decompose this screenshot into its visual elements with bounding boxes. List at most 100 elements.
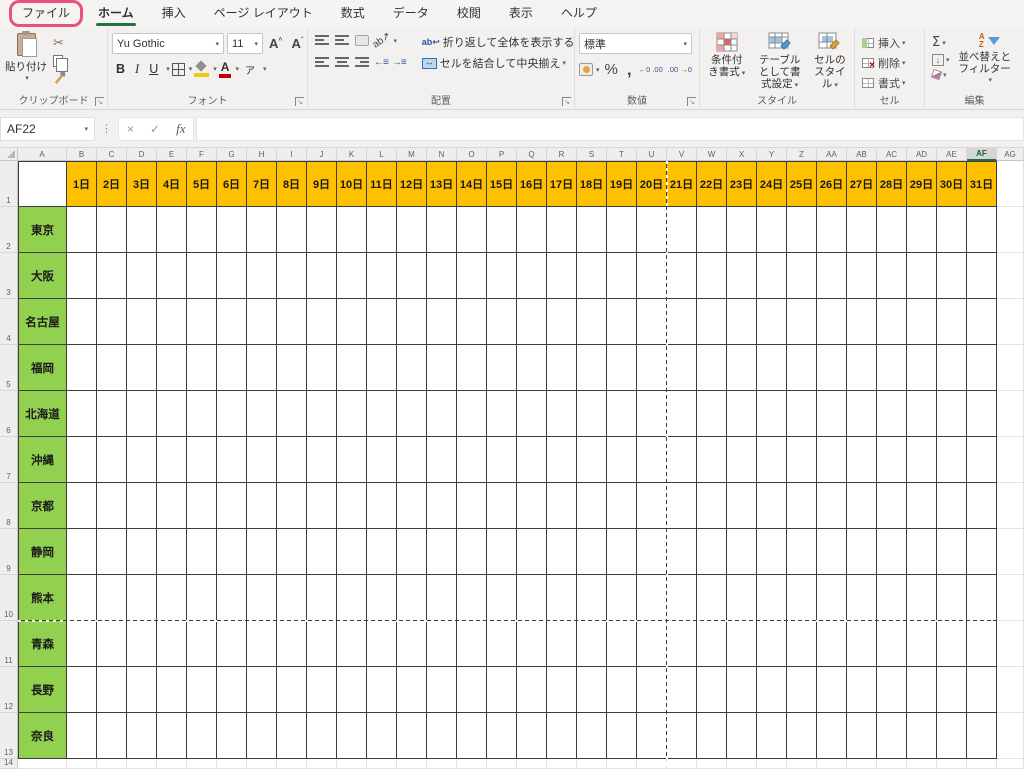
font-color-icon[interactable]: A bbox=[218, 60, 232, 78]
data-cell[interactable] bbox=[757, 207, 787, 253]
data-cell[interactable] bbox=[127, 483, 157, 529]
data-cell[interactable] bbox=[217, 529, 247, 575]
data-cell[interactable] bbox=[217, 391, 247, 437]
data-cell[interactable] bbox=[547, 253, 577, 299]
data-cell[interactable] bbox=[97, 575, 127, 621]
data-cell[interactable] bbox=[907, 345, 937, 391]
align-right-icon[interactable] bbox=[355, 57, 369, 68]
data-cell[interactable] bbox=[487, 621, 517, 667]
underline-button[interactable]: U bbox=[145, 61, 162, 77]
outside-cell[interactable] bbox=[637, 759, 667, 769]
data-cell[interactable] bbox=[967, 621, 997, 667]
data-cell[interactable] bbox=[517, 253, 547, 299]
data-cell[interactable] bbox=[847, 299, 877, 345]
column-header-AC[interactable]: AC bbox=[877, 148, 907, 161]
data-cell[interactable] bbox=[937, 299, 967, 345]
data-cell[interactable] bbox=[217, 483, 247, 529]
increase-indent-icon[interactable]: →≡ bbox=[390, 57, 408, 68]
day-header-cell-20日[interactable]: 20日 bbox=[637, 161, 667, 207]
day-header-cell-13日[interactable]: 13日 bbox=[427, 161, 457, 207]
data-cell[interactable] bbox=[967, 207, 997, 253]
data-cell[interactable] bbox=[187, 299, 217, 345]
data-cell[interactable] bbox=[697, 345, 727, 391]
data-cell[interactable] bbox=[787, 575, 817, 621]
data-cell[interactable] bbox=[847, 667, 877, 713]
column-header-S[interactable]: S bbox=[577, 148, 607, 161]
day-header-cell-12日[interactable]: 12日 bbox=[397, 161, 427, 207]
increase-decimal-button[interactable]: ←0 .00 bbox=[637, 64, 665, 75]
data-cell[interactable] bbox=[757, 529, 787, 575]
data-cell[interactable] bbox=[277, 437, 307, 483]
outside-cell[interactable] bbox=[997, 529, 1024, 575]
data-cell[interactable] bbox=[307, 391, 337, 437]
data-cell[interactable] bbox=[187, 667, 217, 713]
outside-cell[interactable] bbox=[337, 759, 367, 769]
outside-cell[interactable] bbox=[157, 759, 187, 769]
data-cell[interactable] bbox=[817, 713, 847, 759]
data-cell[interactable] bbox=[817, 437, 847, 483]
column-header-B[interactable]: B bbox=[67, 148, 97, 161]
data-cell[interactable] bbox=[877, 621, 907, 667]
data-cell[interactable] bbox=[307, 529, 337, 575]
tab-data[interactable]: データ bbox=[379, 0, 443, 27]
data-cell[interactable] bbox=[667, 391, 697, 437]
data-cell[interactable] bbox=[817, 299, 847, 345]
outside-cell[interactable] bbox=[697, 759, 727, 769]
data-cell[interactable] bbox=[157, 391, 187, 437]
column-header-O[interactable]: O bbox=[457, 148, 487, 161]
orientation-dropdown-caret[interactable]: ▾ bbox=[394, 37, 398, 45]
align-bottom-icon[interactable] bbox=[355, 35, 369, 46]
outside-cell[interactable] bbox=[187, 759, 217, 769]
day-header-cell-9日[interactable]: 9日 bbox=[307, 161, 337, 207]
data-cell[interactable] bbox=[937, 253, 967, 299]
data-cell[interactable] bbox=[127, 529, 157, 575]
data-cell[interactable] bbox=[97, 667, 127, 713]
data-cell[interactable] bbox=[337, 529, 367, 575]
data-cell[interactable] bbox=[907, 713, 937, 759]
data-cell[interactable] bbox=[427, 391, 457, 437]
column-header-AG[interactable]: AG bbox=[997, 148, 1024, 161]
align-middle-icon[interactable] bbox=[335, 35, 349, 46]
column-header-V[interactable]: V bbox=[667, 148, 697, 161]
row-header-9[interactable]: 9 bbox=[0, 529, 18, 575]
data-cell[interactable] bbox=[247, 713, 277, 759]
data-cell[interactable] bbox=[667, 345, 697, 391]
data-cell[interactable] bbox=[187, 483, 217, 529]
column-header-AD[interactable]: AD bbox=[907, 148, 937, 161]
data-cell[interactable] bbox=[517, 483, 547, 529]
column-header-K[interactable]: K bbox=[337, 148, 367, 161]
data-cell[interactable] bbox=[157, 437, 187, 483]
data-cell[interactable] bbox=[277, 253, 307, 299]
data-cell[interactable] bbox=[667, 207, 697, 253]
copy-button[interactable]: ▾ bbox=[50, 53, 72, 72]
data-cell[interactable] bbox=[217, 207, 247, 253]
data-cell[interactable] bbox=[787, 437, 817, 483]
outside-cell[interactable] bbox=[547, 759, 577, 769]
data-cell[interactable] bbox=[817, 529, 847, 575]
data-cell[interactable] bbox=[427, 667, 457, 713]
data-cell[interactable] bbox=[787, 253, 817, 299]
data-cell[interactable] bbox=[127, 391, 157, 437]
data-cell[interactable] bbox=[547, 207, 577, 253]
data-cell[interactable] bbox=[127, 299, 157, 345]
data-cell[interactable] bbox=[847, 575, 877, 621]
data-cell[interactable] bbox=[457, 299, 487, 345]
data-cell[interactable] bbox=[427, 207, 457, 253]
insert-function-button[interactable]: fx bbox=[176, 121, 185, 137]
day-header-cell-2日[interactable]: 2日 bbox=[97, 161, 127, 207]
data-cell[interactable] bbox=[607, 621, 637, 667]
day-header-cell-24日[interactable]: 24日 bbox=[757, 161, 787, 207]
data-cell[interactable] bbox=[577, 575, 607, 621]
data-cell[interactable] bbox=[667, 621, 697, 667]
data-cell[interactable] bbox=[337, 621, 367, 667]
align-center-icon[interactable] bbox=[335, 57, 349, 68]
data-cell[interactable] bbox=[637, 529, 667, 575]
data-cell[interactable] bbox=[427, 483, 457, 529]
data-cell[interactable] bbox=[67, 345, 97, 391]
data-cell[interactable] bbox=[637, 621, 667, 667]
data-cell[interactable] bbox=[877, 253, 907, 299]
tab-view[interactable]: 表示 bbox=[495, 0, 547, 27]
data-cell[interactable] bbox=[907, 575, 937, 621]
data-cell[interactable] bbox=[127, 713, 157, 759]
data-cell[interactable] bbox=[427, 253, 457, 299]
